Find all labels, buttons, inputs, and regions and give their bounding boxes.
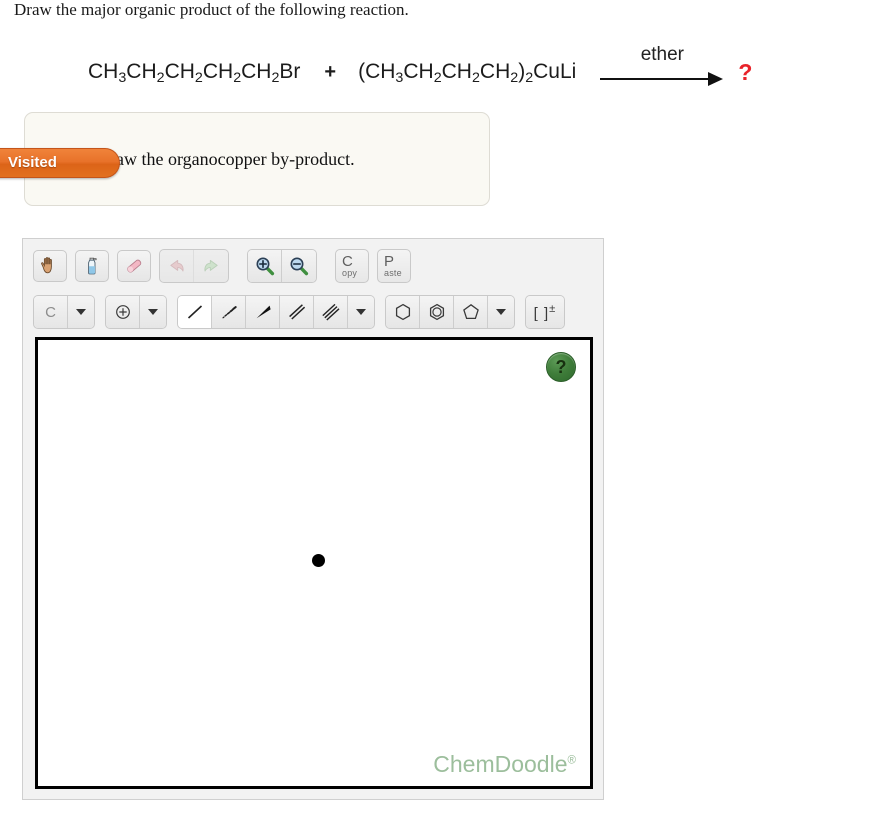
zoom-out-button[interactable]	[282, 250, 316, 282]
atom-label-button[interactable]: C	[34, 296, 68, 328]
copy-button[interactable]: C opy	[335, 249, 369, 283]
chevron-down-icon	[496, 309, 506, 315]
solid-wedge-bond-button[interactable]	[246, 296, 280, 328]
reaction-conditions: ether	[640, 44, 684, 65]
plus-sign: +	[324, 60, 337, 83]
double-bond-button[interactable]	[280, 296, 314, 328]
charge-dropdown-button[interactable]	[140, 296, 166, 328]
chemdoodle-watermark: ChemDoodle®	[433, 751, 576, 778]
triple-bond-icon	[321, 303, 339, 321]
circled-plus-icon	[115, 305, 130, 319]
charge-tool-button[interactable]	[106, 296, 140, 328]
drawing-canvas[interactable]: ? ChemDoodle®	[35, 337, 593, 789]
cyclohexane-ring-button[interactable]	[386, 296, 420, 328]
chevron-down-icon	[148, 309, 158, 315]
reaction-equation: CH3CH2CH2CH2CH2Br + (CH3CH2CH2CH2)2CuLi …	[88, 44, 753, 94]
undo-arrow-icon	[169, 259, 184, 272]
chevron-down-icon	[76, 309, 86, 315]
bond-dropdown-button[interactable]	[348, 296, 374, 328]
zoom-in-button[interactable]	[248, 250, 282, 282]
zoom-group	[247, 249, 317, 283]
help-button-label: ?	[555, 356, 567, 377]
single-bond-button[interactable]	[178, 296, 212, 328]
atom-dot[interactable]	[312, 554, 325, 567]
erase-tool-button[interactable]	[117, 250, 151, 282]
help-button[interactable]: ?	[546, 352, 576, 382]
atom-label-dropdown-button[interactable]	[68, 296, 94, 328]
triple-bond-button[interactable]	[314, 296, 348, 328]
reactant-1: CH3CH2CH2CH2CH2Br	[88, 60, 301, 86]
benzene-ring-button[interactable]	[420, 296, 454, 328]
magnifier-plus-icon	[256, 257, 274, 276]
bond-tool-group	[177, 295, 375, 329]
copy-button-label: opy	[342, 268, 358, 278]
hashed-wedge-bond-icon	[221, 306, 237, 319]
chevron-down-icon	[356, 309, 366, 315]
reactant-2: (CH3CH2CH2CH2)2CuLi	[358, 60, 577, 86]
sketcher-toolbar-row-2: C []±	[33, 295, 575, 329]
undo-redo-group	[159, 249, 229, 283]
redo-button[interactable]	[194, 250, 228, 282]
atom-label-group: C	[33, 295, 95, 329]
undo-button[interactable]	[160, 250, 194, 282]
bracket-tool-charge: ±	[549, 302, 557, 315]
paste-button[interactable]: P aste	[377, 249, 411, 283]
visited-badge-label: Visited	[8, 154, 57, 171]
hand-icon	[41, 257, 52, 274]
solid-wedge-bond-icon	[256, 305, 271, 319]
bracket-tool-label: [ ]±	[534, 303, 557, 322]
hexagon-icon	[395, 303, 410, 321]
pentagon-icon	[462, 303, 479, 320]
page-title: Draw the major organic product of the fo…	[14, 0, 409, 19]
hashed-wedge-bond-button[interactable]	[212, 296, 246, 328]
cyclopentane-ring-button[interactable]	[454, 296, 488, 328]
visited-badge[interactable]: Visited	[0, 148, 120, 178]
chemdoodle-sketcher: C opy P aste C []± ? ChemDoodle®	[22, 238, 604, 800]
ring-tool-group	[385, 295, 515, 329]
arrow-shaft	[600, 78, 713, 80]
bracket-tool-text: [ ]	[533, 304, 550, 322]
ring-dropdown-button[interactable]	[488, 296, 514, 328]
benzene-ring-icon	[429, 303, 444, 321]
atom-label-text: C	[45, 303, 56, 321]
watermark-text: ChemDoodle	[433, 751, 568, 777]
reaction-arrow-icon: ether	[598, 44, 726, 94]
paste-button-label: aste	[384, 268, 402, 278]
charge-group	[105, 295, 167, 329]
watermark-registered-icon: ®	[567, 754, 576, 767]
arrow-head	[708, 72, 724, 86]
magnifier-minus-icon	[290, 257, 309, 276]
bracket-charge-tool-button[interactable]: [ ]±	[526, 296, 564, 328]
spray-bottle-icon	[88, 257, 97, 275]
bracket-tool-group: [ ]±	[525, 295, 565, 329]
double-bond-icon	[288, 304, 305, 320]
pan-tool-button[interactable]	[33, 250, 67, 282]
product-placeholder: ?	[738, 58, 753, 85]
sketcher-toolbar-row-1: C opy P aste	[33, 249, 419, 283]
redo-arrow-icon	[204, 259, 218, 272]
single-bond-icon	[187, 305, 202, 319]
clear-tool-button[interactable]	[75, 250, 109, 282]
eraser-icon	[127, 259, 142, 273]
